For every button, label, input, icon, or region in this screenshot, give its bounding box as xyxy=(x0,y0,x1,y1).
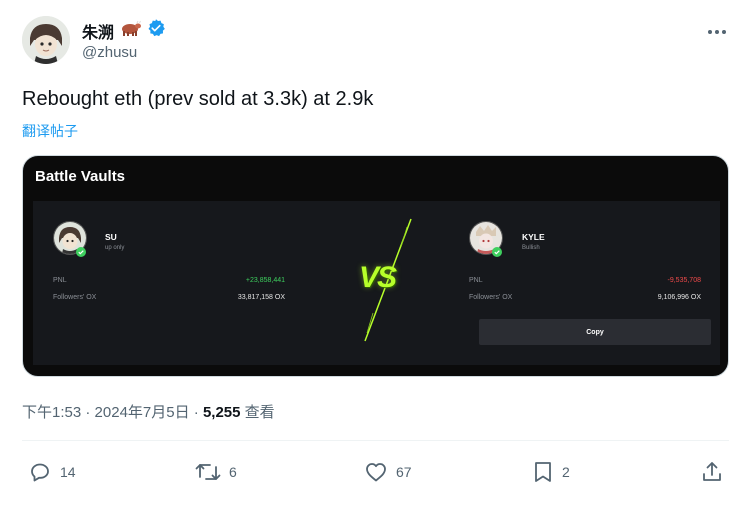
right-player-name: KYLE xyxy=(522,232,545,242)
battle-vaults-card[interactable]: Battle Vaults SU up only PNL +23,858,441… xyxy=(22,155,729,377)
like-button[interactable]: 67 xyxy=(364,460,412,484)
like-count: 67 xyxy=(396,464,412,480)
author-display-name[interactable]: 朱溯 xyxy=(82,19,114,43)
kyle-verified-icon xyxy=(492,244,502,262)
like-icon xyxy=(366,463,386,482)
card-title: Battle Vaults xyxy=(35,168,126,185)
more-icon[interactable] xyxy=(704,22,730,42)
retweet-count: 6 xyxy=(229,464,237,480)
views-label: 查看 xyxy=(240,404,275,421)
tweet-time[interactable]: 下午1:53 xyxy=(22,404,81,421)
vs-label: VS xyxy=(359,261,397,294)
right-player-subtitle: Bullish xyxy=(522,245,540,251)
retweet-icon xyxy=(195,464,221,480)
copy-button[interactable]: Copy xyxy=(479,319,711,345)
vault-panel: SU up only PNL +23,858,441 Followers' OX… xyxy=(33,201,720,365)
author-avatar[interactable] xyxy=(22,16,70,64)
left-player-name: SU xyxy=(105,232,117,242)
meta-separator-2: · xyxy=(189,404,203,421)
share-button[interactable] xyxy=(700,460,724,484)
share-icon xyxy=(703,462,721,481)
right-pnl-value: -9,535,708 xyxy=(667,277,701,284)
right-followers-label: Followers' OX xyxy=(469,294,513,301)
bookmark-button[interactable]: 2 xyxy=(532,460,570,484)
left-player-subtitle: up only xyxy=(105,245,125,251)
views-count: 5,255 xyxy=(202,404,241,421)
translate-link[interactable]: 翻译帖子 xyxy=(22,121,78,141)
bookmark-count: 2 xyxy=(562,464,570,480)
bookmark-icon xyxy=(535,462,551,482)
reply-count: 14 xyxy=(60,464,76,480)
meta-separator: · xyxy=(81,404,95,421)
left-followers-label: Followers' OX xyxy=(53,294,97,301)
tweet-meta: 下午1:53 · 2024年7月5日 · 5,255 查看 xyxy=(22,401,275,422)
reply-icon xyxy=(31,463,49,482)
reply-button[interactable]: 14 xyxy=(28,460,76,484)
left-followers-value: 33,817,158 OX xyxy=(237,294,285,301)
retweet-button[interactable]: 6 xyxy=(195,460,237,484)
right-pnl-label: PNL xyxy=(469,277,483,284)
divider xyxy=(22,440,729,441)
tweet-date[interactable]: 2024年7月5日 xyxy=(95,404,190,421)
author-handle[interactable]: @zhusu xyxy=(82,44,137,61)
cow-emoji-icon xyxy=(119,20,142,41)
su-verified-icon xyxy=(76,244,86,262)
left-pnl-label: PNL xyxy=(53,277,67,284)
tweet-text: Rebought eth (prev sold at 3.3k) at 2.9k xyxy=(22,88,374,110)
right-followers-value: 9,106,996 OX xyxy=(657,294,701,301)
verified-badge-icon xyxy=(146,18,166,43)
left-pnl-value: +23,858,441 xyxy=(245,277,285,284)
